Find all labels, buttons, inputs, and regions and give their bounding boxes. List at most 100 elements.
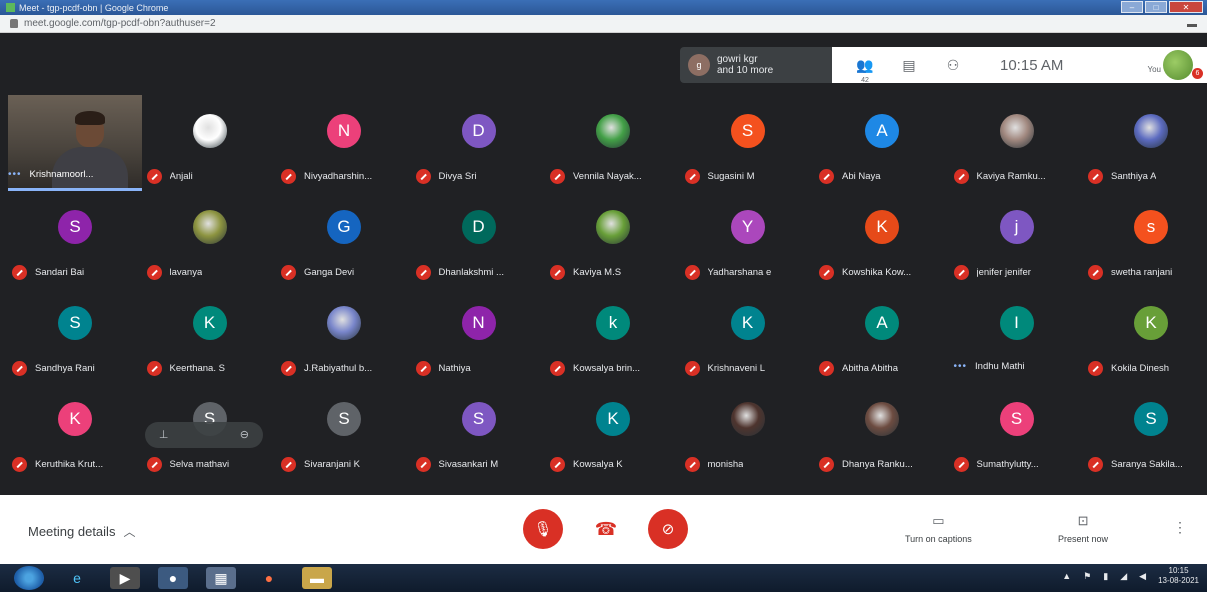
browser-menu-icon[interactable]: ▬ <box>1187 19 1197 30</box>
participant-tile[interactable]: S Sandari Bai <box>8 191 142 287</box>
network-icon[interactable]: ▮ <box>1103 571 1108 582</box>
signal-icon[interactable]: ◢ <box>1120 571 1127 582</box>
participant-name-line: Divya Sri <box>415 169 477 184</box>
participant-name-line: lavanya <box>146 265 203 280</box>
media-player-icon[interactable]: ▶ <box>110 567 140 589</box>
maximize-button[interactable]: □ <box>1145 1 1167 13</box>
flag-icon[interactable]: ⚑ <box>1083 571 1091 582</box>
participant-tile[interactable]: S Saranya Sakila... <box>1084 383 1207 479</box>
participant-tile[interactable]: Kaviya M.S <box>546 191 680 287</box>
firefox-icon[interactable]: ● <box>254 567 284 589</box>
participant-tile[interactable]: Y Yadharshana e <box>681 191 815 287</box>
participant-name-line: Santhiya A <box>1088 169 1156 184</box>
participant-tile[interactable]: I ••• Indhu Mathi <box>950 287 1084 383</box>
participant-tile[interactable]: lavanya <box>143 191 277 287</box>
participant-name-line: Dhanya Ranku... <box>819 457 913 472</box>
chat-icon[interactable]: ▤ <box>898 57 920 73</box>
participant-tile[interactable]: J.Rabiyathul b... <box>277 287 411 383</box>
participant-tile[interactable]: G Ganga Devi <box>277 191 411 287</box>
participant-tile[interactable]: D Dhanlakshmi ... <box>412 191 546 287</box>
participant-tile[interactable]: s swetha ranjani <box>1084 191 1207 287</box>
muted-mic-icon <box>1088 265 1103 280</box>
participant-name-line: Saranya Sakila... <box>1088 457 1183 472</box>
participant-tile[interactable]: S Sandhya Rani <box>8 287 142 383</box>
url-text[interactable]: meet.google.com/tgp-pcdf-obn?authuser=2 <box>24 18 216 29</box>
participant-avatar: Y <box>730 210 765 244</box>
muted-mic-icon <box>146 457 162 472</box>
muted-mic-icon <box>415 361 431 376</box>
participant-tile[interactable]: j jenifer jenifer <box>950 191 1084 287</box>
meeting-controls-bar: Meeting details ︿ 🎙 ☎ ⊘ ▭ Turn on captio… <box>0 495 1207 564</box>
volume-icon[interactable]: ◀ <box>1139 571 1146 582</box>
participant-name-line: jenifer jenifer <box>953 265 1031 280</box>
file-explorer-icon[interactable]: ▬ <box>302 567 332 589</box>
participant-tile[interactable]: Santhiya A <box>1084 95 1207 191</box>
participant-name: lavanya <box>169 267 203 278</box>
muted-mic-icon <box>819 265 834 280</box>
lock-icon <box>10 19 18 28</box>
participant-tile[interactable]: N Nathiya <box>412 287 546 383</box>
participant-tile[interactable]: S Sumathylutty... <box>950 383 1084 479</box>
participant-name-line: Sandari Bai <box>12 265 84 280</box>
participant-name: Kaviya M.S <box>573 267 622 278</box>
close-window-button[interactable]: ✕ <box>1169 1 1203 13</box>
participant-tile[interactable]: K Kowshika Kow... <box>815 191 949 287</box>
participant-tile[interactable]: S Sivasankari M <box>412 383 546 479</box>
minimize-button[interactable]: – <box>1121 1 1143 13</box>
account-avatar[interactable] <box>1163 50 1193 80</box>
participant-tile[interactable]: K Keerthana. S <box>143 287 277 383</box>
participant-tile[interactable]: D Divya Sri <box>412 95 546 191</box>
participant-tile[interactable]: k Kowsalya brin... <box>546 287 680 383</box>
participant-tile[interactable]: S Sivaranjani K <box>277 383 411 479</box>
participant-tile[interactable]: S Sugasini M <box>681 95 815 191</box>
participant-tile[interactable]: Anjali <box>143 95 277 191</box>
presenter-others: and 10 more <box>717 65 774 76</box>
participant-tile[interactable]: K Krishnaveni L <box>681 287 815 383</box>
participant-tile[interactable]: K Kokila Dinesh <box>1084 287 1207 383</box>
tray-arrow-icon[interactable]: ▲ <box>1062 571 1071 581</box>
meeting-details-button[interactable]: Meeting details ︿ <box>28 523 135 540</box>
participant-name: Nivyadharshin... <box>304 171 373 182</box>
self-video-tile[interactable]: ••• Krishnamoorl... <box>8 95 142 191</box>
participant-avatar: s <box>1134 210 1168 244</box>
muted-mic-icon <box>281 265 296 280</box>
participant-tile[interactable]: Vennila Nayak... <box>546 95 680 191</box>
participant-avatar: S <box>1134 402 1168 436</box>
participant-tile[interactable]: K Keruthika Krut... <box>8 383 142 479</box>
taskbar-clock[interactable]: 10:15 13-08-2021 <box>1158 566 1199 586</box>
participant-name-line: Abi Naya <box>819 169 881 184</box>
participant-tile[interactable]: monisha <box>681 383 815 479</box>
meeting-clock: 10:15 AM <box>1000 56 1064 74</box>
participant-avatar: S <box>58 306 92 340</box>
self-name-line: ••• Krishnamoorl... <box>8 169 93 180</box>
muted-mic-icon <box>953 265 969 280</box>
more-options-icon[interactable]: ⋮ <box>1173 519 1187 536</box>
presenter-info: gowri kgr and 10 more <box>717 54 773 76</box>
microphone-off-button[interactable]: 🎙 <box>523 509 563 549</box>
participant-tile[interactable]: Kaviya Ramku... <box>950 95 1084 191</box>
pin-icon[interactable]: ⊥ <box>154 425 174 445</box>
participant-tile[interactable]: Dhanya Ranku... <box>815 383 949 479</box>
participant-name-line: Dhanlakshmi ... <box>415 265 504 280</box>
address-bar[interactable]: meet.google.com/tgp-pcdf-obn?authuser=2 … <box>0 15 1207 33</box>
presentation-app-icon[interactable]: ▦ <box>206 567 236 589</box>
chrome-icon[interactable]: ● <box>158 567 188 589</box>
remove-icon[interactable]: ⊖ <box>234 425 254 445</box>
participant-tile[interactable]: K Kowsalya K <box>546 383 680 479</box>
participant-tile[interactable]: A Abitha Abitha <box>815 287 949 383</box>
presenting-card[interactable]: g gowri kgr and 10 more <box>680 47 832 83</box>
participant-tile[interactable]: A Abi Naya <box>815 95 949 191</box>
captions-button[interactable]: ▭ Turn on captions <box>905 513 972 544</box>
leave-call-button[interactable]: ☎ <box>586 509 626 549</box>
activities-icon[interactable]: ⚇ <box>942 57 964 73</box>
participant-avatar <box>999 114 1034 148</box>
browser-title-bar: Meet - tgp-pcdf-obn | Google Chrome – □ … <box>0 0 1207 15</box>
muted-mic-icon <box>415 169 431 184</box>
participant-avatar: k <box>596 306 630 340</box>
internet-explorer-icon[interactable]: e <box>62 567 92 589</box>
camera-off-button[interactable]: ⊘ <box>648 509 688 549</box>
people-icon[interactable]: 👥42 <box>854 57 876 84</box>
participant-tile[interactable]: N Nivyadharshin... <box>277 95 411 191</box>
start-button[interactable] <box>14 566 44 590</box>
present-now-button[interactable]: ⊡ Present now <box>1058 513 1108 544</box>
